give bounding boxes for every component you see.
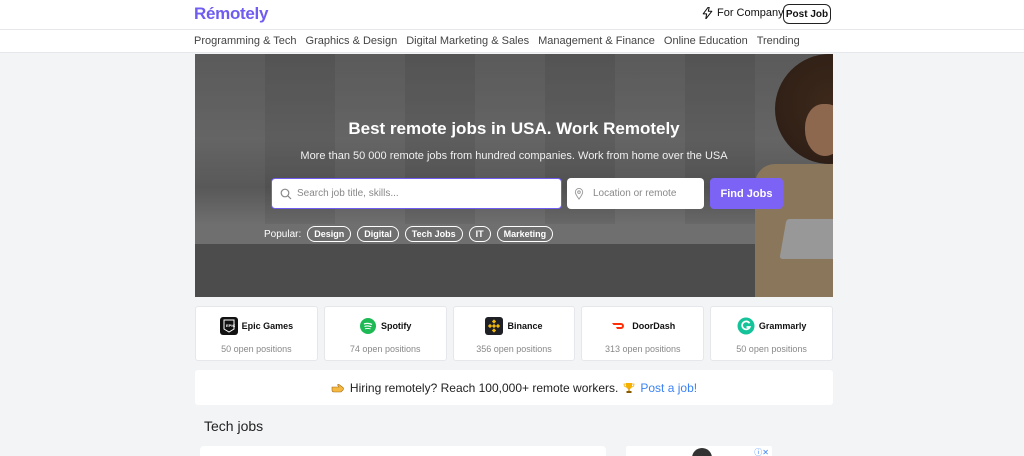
company-positions: 313 open positions xyxy=(605,344,681,354)
for-company-link[interactable]: For Company xyxy=(702,7,784,19)
company-name: Epic Games xyxy=(241,321,294,331)
location-pin-icon xyxy=(574,187,584,200)
hero-section: Best remote jobs in USA. Work Remotely M… xyxy=(195,54,833,297)
company-card-epic-games[interactable]: EPIC Epic Games 50 open positions xyxy=(195,306,318,361)
popular-tags: Popular: Design Digital Tech Jobs IT Mar… xyxy=(264,226,554,242)
category-programming-tech[interactable]: Programming & Tech xyxy=(194,35,297,47)
top-header: Rémotely For Company Post Job xyxy=(0,0,1024,30)
company-name: Grammarly xyxy=(758,321,807,331)
doordash-logo-icon xyxy=(610,317,628,335)
company-positions: 74 open positions xyxy=(349,344,421,354)
popular-label: Popular: xyxy=(264,228,302,240)
tag-marketing[interactable]: Marketing xyxy=(496,226,554,242)
for-company-label: For Company xyxy=(717,7,784,19)
company-list: EPIC Epic Games 50 open positions Spotif… xyxy=(195,306,833,361)
pointing-hand-icon xyxy=(331,383,344,392)
tag-it[interactable]: IT xyxy=(468,226,491,242)
company-card-binance[interactable]: Binance 356 open positions xyxy=(452,306,576,361)
company-positions: 50 open positions xyxy=(736,344,807,354)
company-name: Spotify xyxy=(380,321,412,331)
svg-text:EPIC: EPIC xyxy=(226,323,235,328)
category-digital-marketing-sales[interactable]: Digital Marketing & Sales xyxy=(406,35,529,47)
category-online-education[interactable]: Online Education xyxy=(664,35,748,47)
category-trending[interactable]: Trending xyxy=(757,35,800,47)
site-logo[interactable]: Rémotely xyxy=(194,4,268,24)
company-card-grammarly[interactable]: Grammarly 50 open positions xyxy=(710,306,833,361)
job-search-box[interactable] xyxy=(271,178,562,209)
company-name: Binance xyxy=(507,321,543,331)
location-box[interactable] xyxy=(567,178,704,209)
find-jobs-button[interactable]: Find Jobs xyxy=(710,178,783,209)
section-title: Tech jobs xyxy=(204,418,264,434)
banner-text: Hiring remotely? Reach 100,000+ remote w… xyxy=(349,380,619,395)
category-graphics-design[interactable]: Graphics & Design xyxy=(306,35,398,47)
tag-tech-jobs[interactable]: Tech Jobs xyxy=(404,226,463,242)
company-positions: 356 open positions xyxy=(476,344,552,354)
company-card-spotify[interactable]: Spotify 74 open positions xyxy=(323,306,447,361)
hero-subtitle: More than 50 000 remote jobs from hundre… xyxy=(300,150,728,162)
ad-image xyxy=(692,448,712,456)
hero-title: Best remote jobs in USA. Work Remotely xyxy=(348,119,680,138)
ad-banner[interactable]: ⓘ✕ xyxy=(626,446,772,456)
trophy-icon xyxy=(623,382,635,393)
hiring-banner: Hiring remotely? Reach 100,000+ remote w… xyxy=(195,370,833,405)
category-management-finance[interactable]: Management & Finance xyxy=(538,35,655,47)
job-card[interactable] xyxy=(200,446,606,456)
spotify-logo-icon xyxy=(359,317,377,335)
job-search-input[interactable] xyxy=(297,188,561,199)
tag-design[interactable]: Design xyxy=(307,226,352,242)
company-positions: 50 open positions xyxy=(221,344,292,354)
lightning-icon xyxy=(702,7,713,19)
binance-logo-icon xyxy=(485,317,504,335)
ad-choices-icon[interactable]: ⓘ✕ xyxy=(754,447,769,456)
location-input[interactable] xyxy=(593,188,704,199)
company-name: DoorDash xyxy=(632,321,676,331)
grammarly-logo-icon xyxy=(737,317,755,335)
search-icon xyxy=(280,188,292,199)
hero-overlay xyxy=(195,54,833,297)
company-card-doordash[interactable]: DoorDash 313 open positions xyxy=(581,306,705,361)
tag-digital[interactable]: Digital xyxy=(357,226,399,242)
category-nav: Programming & Tech Graphics & Design Dig… xyxy=(0,30,1024,53)
post-job-button[interactable]: Post Job xyxy=(783,4,831,24)
post-a-job-link[interactable]: Post a job! xyxy=(640,381,697,395)
epic-games-logo-icon: EPIC xyxy=(219,317,238,335)
